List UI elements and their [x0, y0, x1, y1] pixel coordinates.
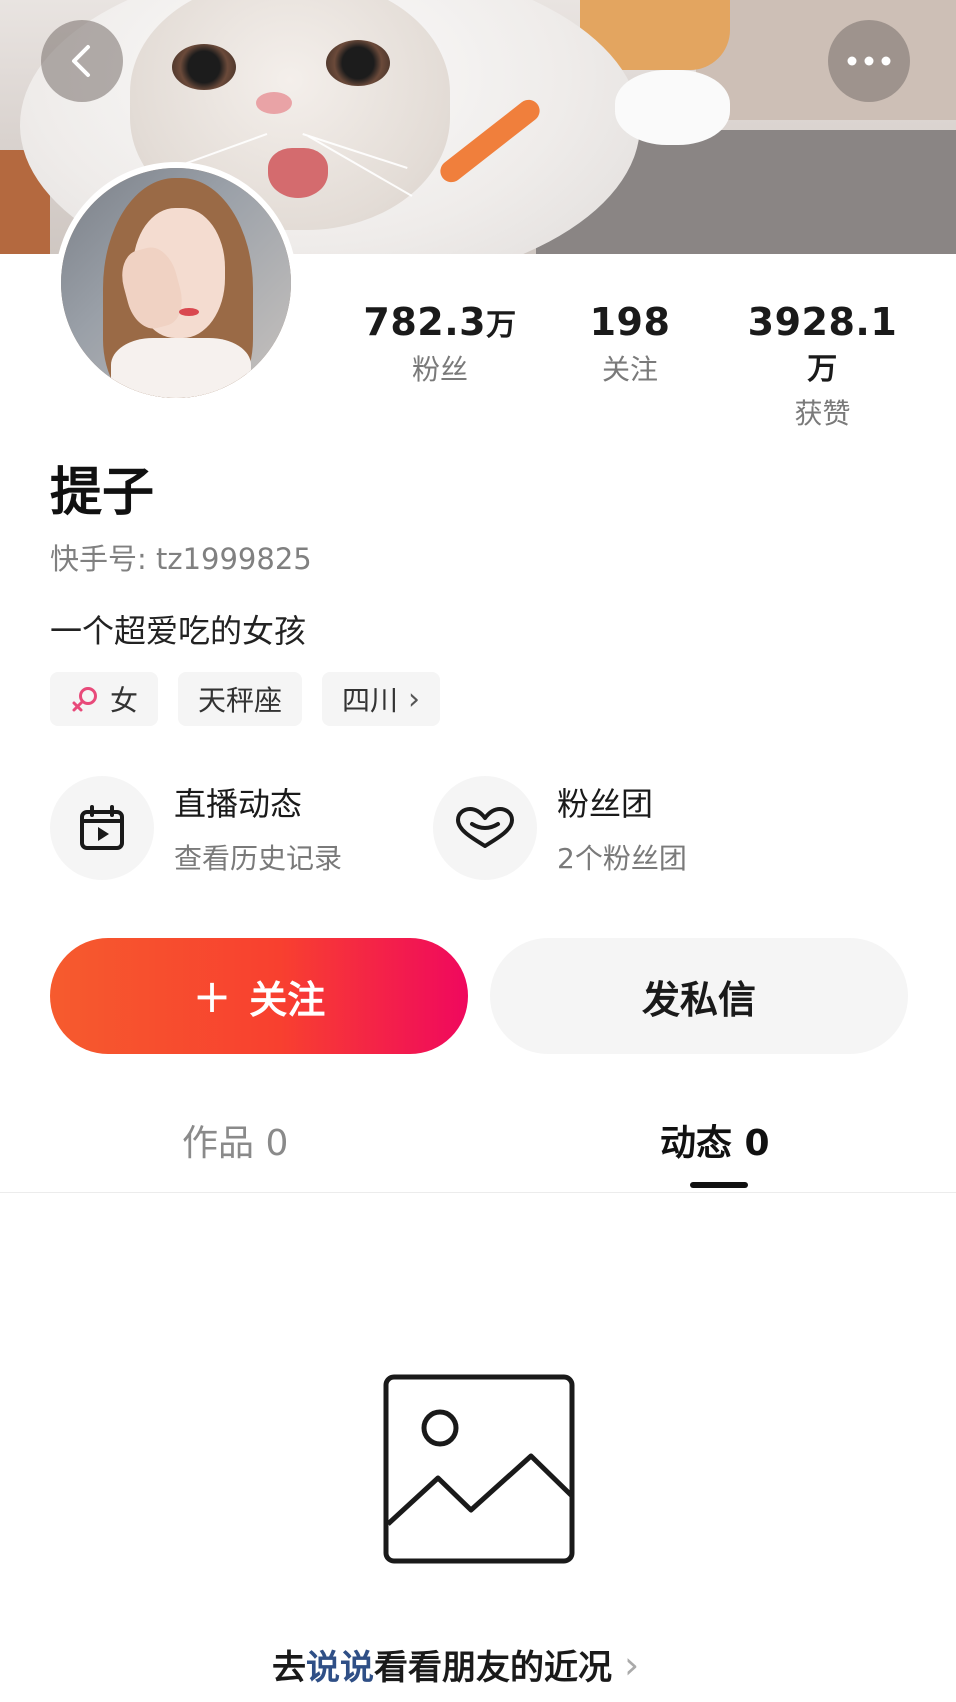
- tag-gender-label: 女: [110, 684, 139, 717]
- follow-button[interactable]: + 关注: [50, 938, 468, 1054]
- likes-count: 3928.1: [747, 300, 898, 344]
- live-history-title: 直播动态: [174, 785, 303, 823]
- profile-tags: 女 天秤座 四川 ›: [50, 672, 441, 726]
- back-button[interactable]: [41, 20, 123, 102]
- heart-outline-icon: [433, 776, 537, 880]
- tag-zodiac-label: 天秤座: [198, 684, 283, 717]
- cta-highlight: 说说: [306, 1648, 374, 1688]
- likes-label: 获赞: [794, 397, 851, 430]
- plus-icon: +: [192, 969, 232, 1023]
- fan-club-title: 粉丝团: [557, 785, 654, 823]
- female-icon: [72, 687, 97, 712]
- more-dots-icon: [847, 56, 891, 66]
- active-tab-indicator: [690, 1182, 748, 1188]
- send-message-label: 发私信: [641, 977, 756, 1022]
- tabs-divider: [0, 1192, 956, 1193]
- followers-label: 粉丝: [411, 353, 468, 386]
- chevron-left-icon: [72, 45, 90, 77]
- profile-page: 782.3万 粉丝 198 关注 3928.1万 获赞 提子 快手号: tz19…: [0, 0, 956, 1702]
- follow-label: 关注: [249, 977, 326, 1022]
- followers-count: 782.3: [363, 300, 487, 344]
- chevron-right-icon: ›: [408, 681, 421, 717]
- stat-following[interactable]: 198 关注: [570, 300, 690, 388]
- avatar[interactable]: [55, 162, 297, 404]
- calendar-play-icon: [50, 776, 154, 880]
- following-label: 关注: [601, 353, 658, 386]
- tag-location-label: 四川: [342, 684, 399, 717]
- kuaishou-id[interactable]: 快手号: tz1999825: [50, 536, 312, 578]
- tag-gender: 女: [50, 672, 159, 726]
- chevron-right-icon: ›: [624, 1642, 640, 1687]
- send-message-button[interactable]: 发私信: [490, 938, 908, 1054]
- image-placeholder-icon: [383, 1374, 575, 1564]
- stat-likes[interactable]: 3928.1万 获赞: [735, 300, 910, 432]
- live-history-subtitle: 查看历史记录: [174, 842, 343, 875]
- more-button[interactable]: [828, 20, 910, 102]
- fan-club-subtitle: 2个粉丝团: [557, 842, 687, 875]
- post-moment-link[interactable]: 去说说 看看朋友的近况 ›: [272, 1640, 639, 1689]
- tag-zodiac: 天秤座: [178, 672, 303, 726]
- live-history-entry[interactable]: 直播动态 查看历史记录: [50, 776, 342, 880]
- stat-followers[interactable]: 782.3万 粉丝: [355, 300, 525, 388]
- profile-name: 提子: [50, 463, 155, 523]
- fan-club-entry[interactable]: 粉丝团 2个粉丝团: [433, 776, 687, 880]
- tag-location[interactable]: 四川 ›: [322, 672, 441, 726]
- tab-moments[interactable]: 动态 0: [660, 1114, 770, 1166]
- profile-bio: 一个超爱吃的女孩: [50, 612, 307, 650]
- following-count: 198: [589, 300, 671, 344]
- tab-works[interactable]: 作品 0: [182, 1114, 288, 1166]
